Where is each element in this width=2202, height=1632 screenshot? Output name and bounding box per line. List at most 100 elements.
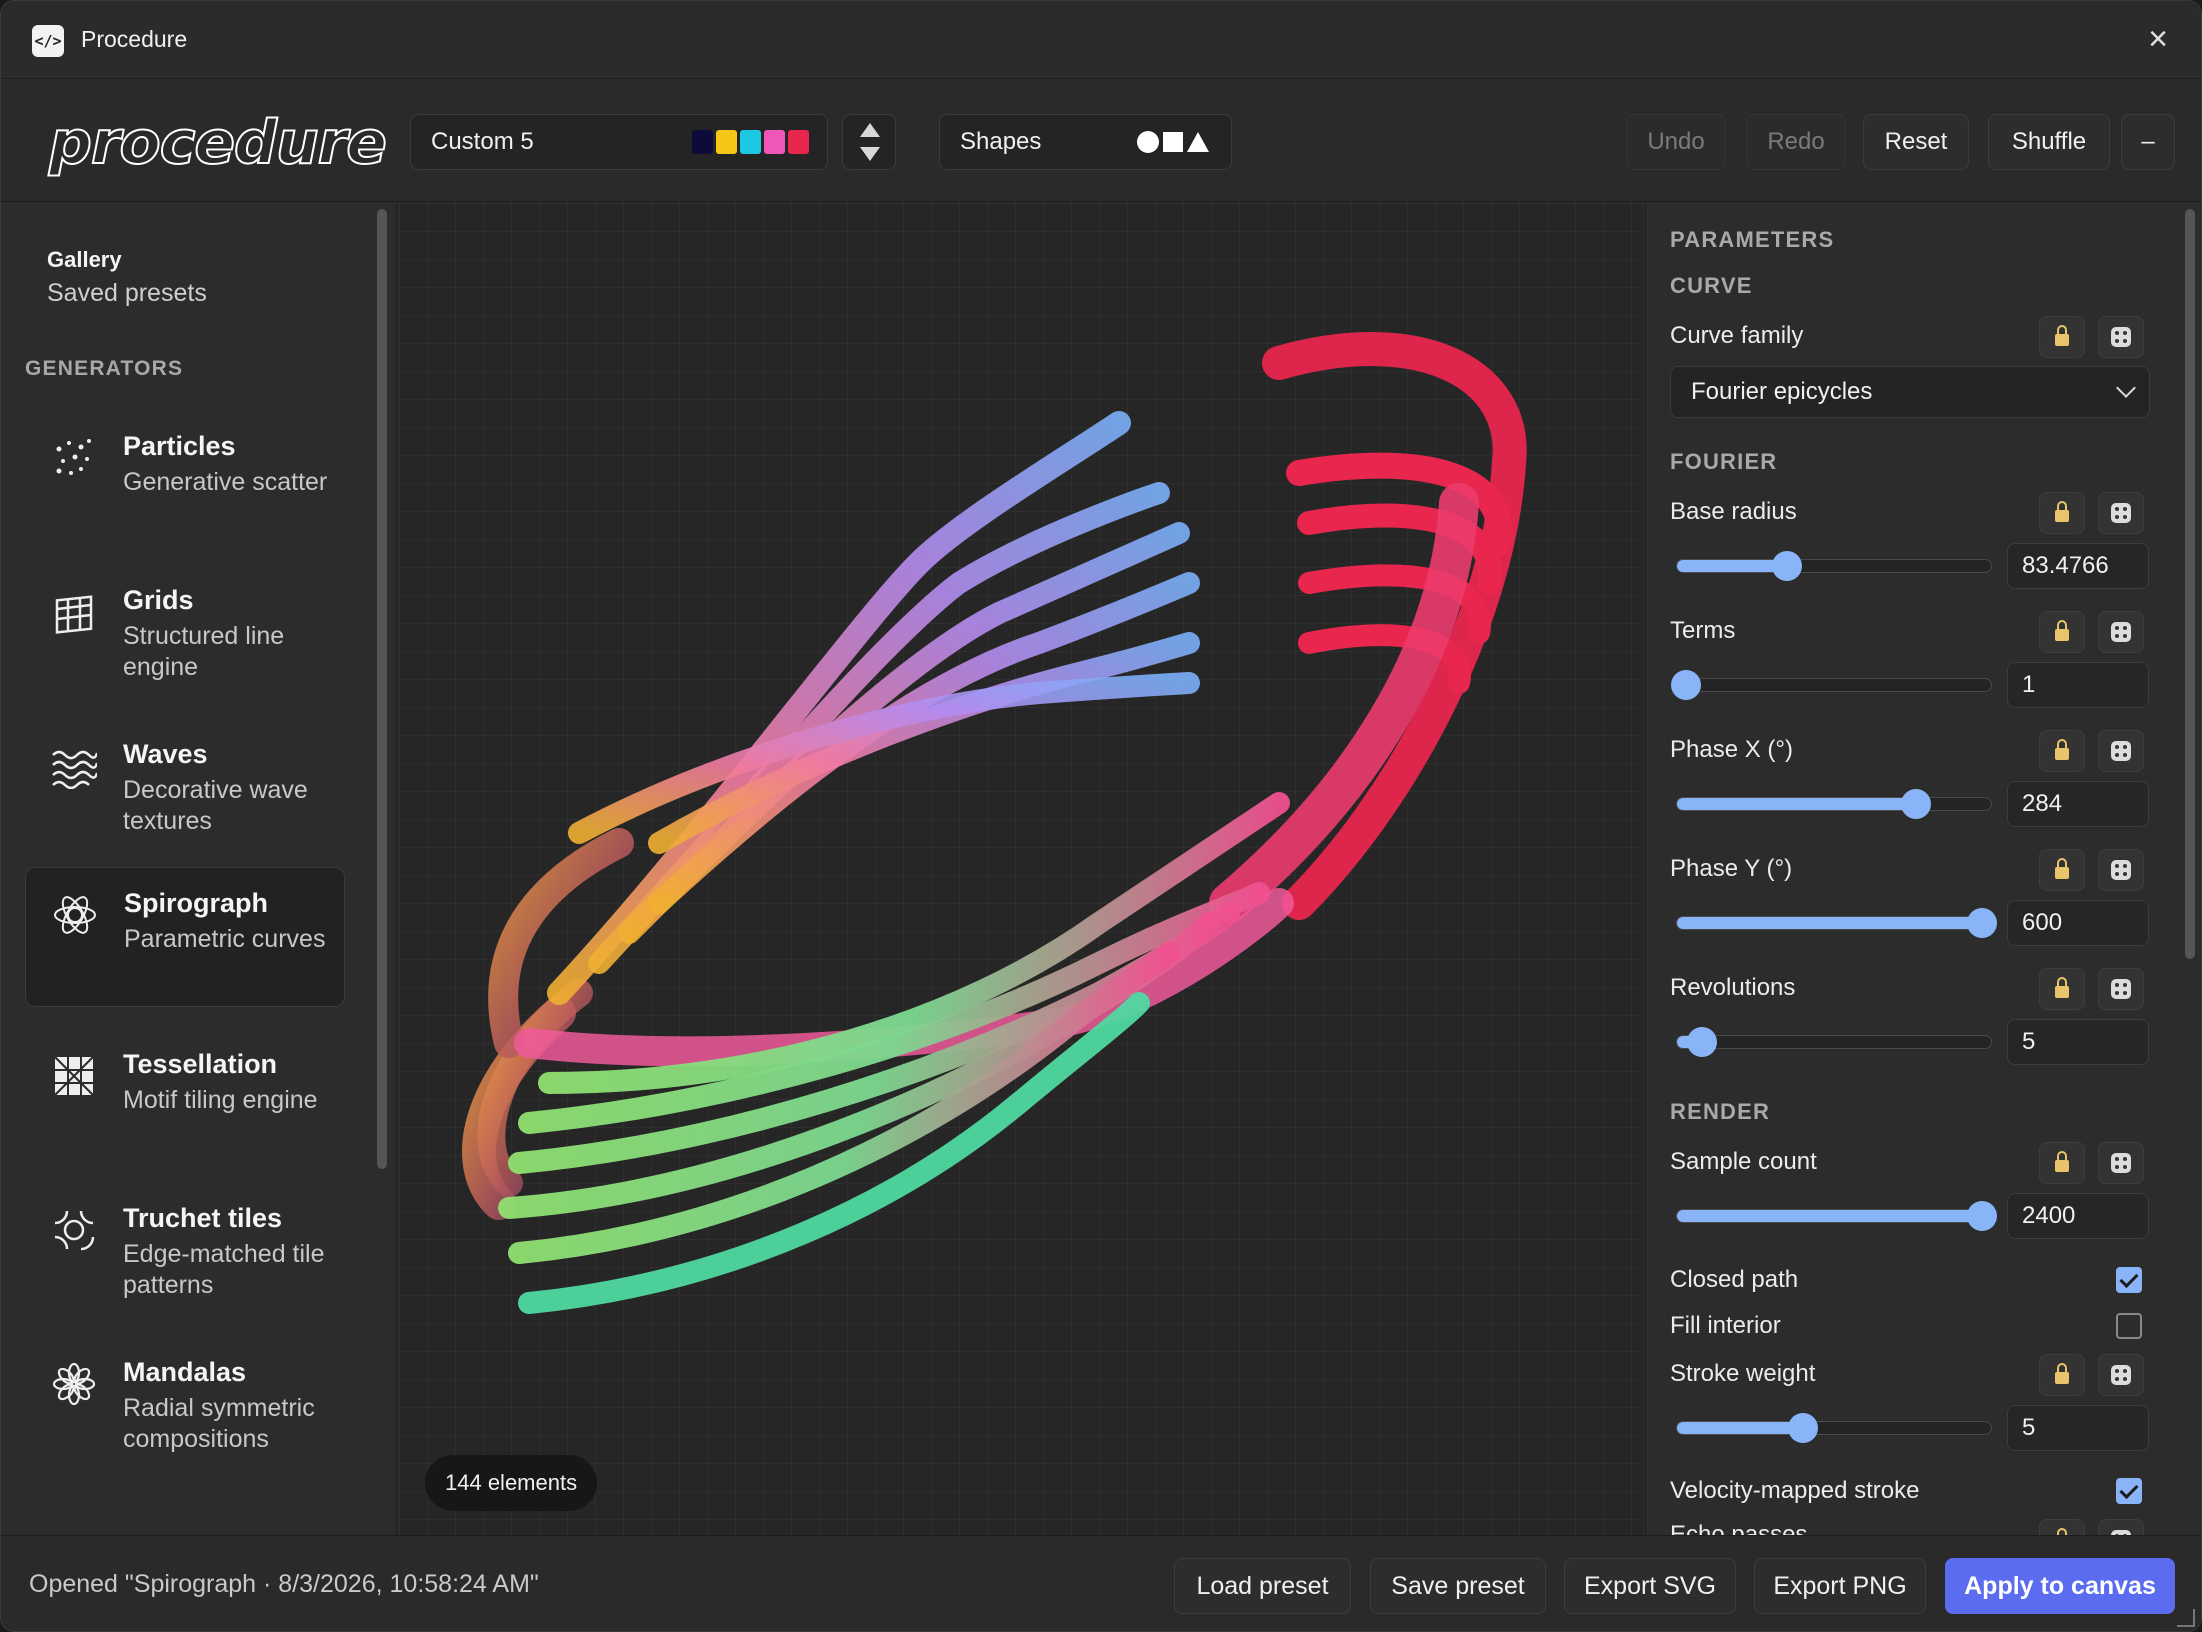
base-radius-input[interactable]: 83.4766 xyxy=(2007,543,2149,589)
apply-to-canvas-button[interactable]: Apply to canvas xyxy=(1945,1558,2175,1614)
stroke-weight-input[interactable]: 5 xyxy=(2007,1405,2149,1451)
sidebar-item-name: Spirograph xyxy=(124,888,269,918)
slider-fill xyxy=(1677,1210,1982,1222)
shapes-label: Shapes xyxy=(960,128,1042,155)
palette-swatch-5 xyxy=(788,130,809,154)
palette-preset-label: Custom 5 xyxy=(431,128,534,155)
generators-heading: GENERATORS xyxy=(25,357,184,380)
echo-passes-label: Echo passes xyxy=(1670,1521,1808,1535)
phase-x-input[interactable]: 284 xyxy=(2007,781,2149,827)
phase-x-slider[interactable] xyxy=(1676,789,1992,819)
stroke-weight-lock[interactable] xyxy=(2039,1354,2085,1396)
stroke-weight-slider[interactable] xyxy=(1676,1413,1992,1443)
mandala-icon xyxy=(52,1362,96,1406)
slider-thumb[interactable] xyxy=(1771,551,1802,581)
slider-thumb[interactable] xyxy=(1787,1413,1818,1443)
collapse-button[interactable]: – xyxy=(2121,114,2175,170)
close-icon[interactable]: × xyxy=(2141,22,2175,57)
slider-thumb[interactable] xyxy=(1900,789,1931,819)
curve-family-value: Fourier epicycles xyxy=(1691,378,1873,405)
curve-family-select[interactable]: Fourier epicycles xyxy=(1670,366,2150,418)
sidebar-item-mandalas[interactable]: Mandalas Radial symmetric compositions xyxy=(25,1337,345,1497)
spirograph-artwork xyxy=(462,332,1527,1314)
closed-path-label: Closed path xyxy=(1670,1266,1799,1293)
revolutions-input[interactable]: 5 xyxy=(2007,1019,2149,1065)
closed-path-checkbox[interactable] xyxy=(2116,1267,2142,1293)
terms-slider[interactable] xyxy=(1671,670,1992,700)
terms-lock[interactable] xyxy=(2039,611,2085,653)
palette-swatch-4 xyxy=(764,130,785,154)
phase-y-slider[interactable] xyxy=(1676,908,1997,938)
sample-count-randomize[interactable] xyxy=(2098,1142,2144,1184)
terms-randomize[interactable] xyxy=(2098,611,2144,653)
render-heading: RENDER xyxy=(1670,1099,1771,1124)
sidebar-item-grids[interactable]: Grids Structured line engine xyxy=(25,565,345,705)
revolutions-lock[interactable] xyxy=(2039,968,2085,1010)
revolutions-randomize[interactable] xyxy=(2098,968,2144,1010)
title-bar: </> Procedure × xyxy=(1,1,2201,79)
phase-y-randomize[interactable] xyxy=(2098,849,2144,891)
echo-passes-randomize[interactable] xyxy=(2098,1519,2144,1535)
fourier-heading: FOURIER xyxy=(1670,449,1778,474)
save-preset-button[interactable]: Save preset xyxy=(1370,1558,1546,1614)
slider-thumb[interactable] xyxy=(1671,670,1702,700)
app-window: </> Procedure × procedure Custom 5 Shape… xyxy=(0,0,2202,1632)
sidebar-item-tessellation[interactable]: Tessellation Motif tiling engine xyxy=(25,1029,345,1169)
palette-preset-select[interactable]: Custom 5 xyxy=(410,114,828,170)
waves-icon xyxy=(52,750,97,789)
undo-button[interactable]: Undo xyxy=(1626,114,1726,170)
base-radius-lock[interactable] xyxy=(2039,492,2085,534)
palette-stepper[interactable] xyxy=(842,114,896,170)
export-svg-button[interactable]: Export SVG xyxy=(1564,1558,1736,1614)
artwork-canvas[interactable]: 144 elements xyxy=(399,203,1643,1535)
load-preset-button[interactable]: Load preset xyxy=(1174,1558,1351,1614)
sidebar-item-waves[interactable]: Waves Decorative wave textures xyxy=(25,719,345,859)
echo-passes-lock[interactable] xyxy=(2039,1519,2085,1535)
lock-icon xyxy=(2055,1363,2069,1384)
slider-fill xyxy=(1677,917,1982,929)
sample-count-lock[interactable] xyxy=(2039,1142,2085,1184)
resize-handle-icon[interactable] xyxy=(2177,1609,2195,1627)
sample-count-input[interactable]: 2400 xyxy=(2007,1193,2149,1239)
fill-interior-checkbox[interactable] xyxy=(2116,1313,2142,1339)
sidebar-item-desc: Generative scatter xyxy=(123,468,328,496)
curve-family-randomize[interactable] xyxy=(2098,316,2144,358)
revolutions-slider[interactable] xyxy=(1676,1027,1992,1057)
base-radius-randomize[interactable] xyxy=(2098,492,2144,534)
window-title: Procedure xyxy=(81,26,188,52)
sidebar-item-particles[interactable]: Particles Generative scatter xyxy=(25,411,345,551)
terms-input[interactable]: 1 xyxy=(2007,662,2149,708)
sidebar-item-truchet[interactable]: Truchet tiles Edge-matched tile patterns xyxy=(25,1183,345,1323)
arrow-up-icon[interactable] xyxy=(860,123,880,137)
slider-thumb[interactable] xyxy=(1966,908,1997,938)
phase-y-lock[interactable] xyxy=(2039,849,2085,891)
gallery-subtitle: Saved presets xyxy=(47,279,207,307)
phase-x-lock[interactable] xyxy=(2039,730,2085,772)
curve-heading: CURVE xyxy=(1670,273,1753,298)
sample-count-slider[interactable] xyxy=(1676,1201,1997,1231)
sidebar-item-spirograph[interactable]: Spirograph Parametric curves xyxy=(25,867,345,1007)
sample-count-label: Sample count xyxy=(1670,1148,1817,1175)
truchet-icon xyxy=(54,1210,95,1251)
slider-thumb[interactable] xyxy=(1687,1027,1718,1057)
sidebar-scrollbar[interactable] xyxy=(377,209,387,1169)
chevron-down-icon xyxy=(2116,378,2136,398)
sidebar-item-desc: Radial symmetric compositions xyxy=(123,1394,315,1453)
phase-y-input[interactable]: 600 xyxy=(2007,900,2149,946)
export-png-button[interactable]: Export PNG xyxy=(1754,1558,1926,1614)
curve-family-lock[interactable] xyxy=(2039,316,2085,358)
gallery-link[interactable]: Gallery Saved presets xyxy=(47,247,207,308)
phase-x-randomize[interactable] xyxy=(2098,730,2144,772)
parameters-scrollbar[interactable] xyxy=(2185,209,2195,959)
velocity-stroke-checkbox[interactable] xyxy=(2116,1478,2142,1504)
stroke-weight-randomize[interactable] xyxy=(2098,1354,2144,1396)
shapes-select[interactable]: Shapes xyxy=(939,114,1232,170)
palette-swatch-3 xyxy=(740,130,761,154)
redo-button[interactable]: Redo xyxy=(1746,114,1846,170)
grid-icon xyxy=(55,595,93,634)
shuffle-button[interactable]: Shuffle xyxy=(1988,114,2110,170)
arrow-down-icon[interactable] xyxy=(860,147,880,161)
base-radius-slider[interactable] xyxy=(1676,551,1992,581)
slider-thumb[interactable] xyxy=(1966,1201,1997,1231)
reset-button[interactable]: Reset xyxy=(1863,114,1969,170)
